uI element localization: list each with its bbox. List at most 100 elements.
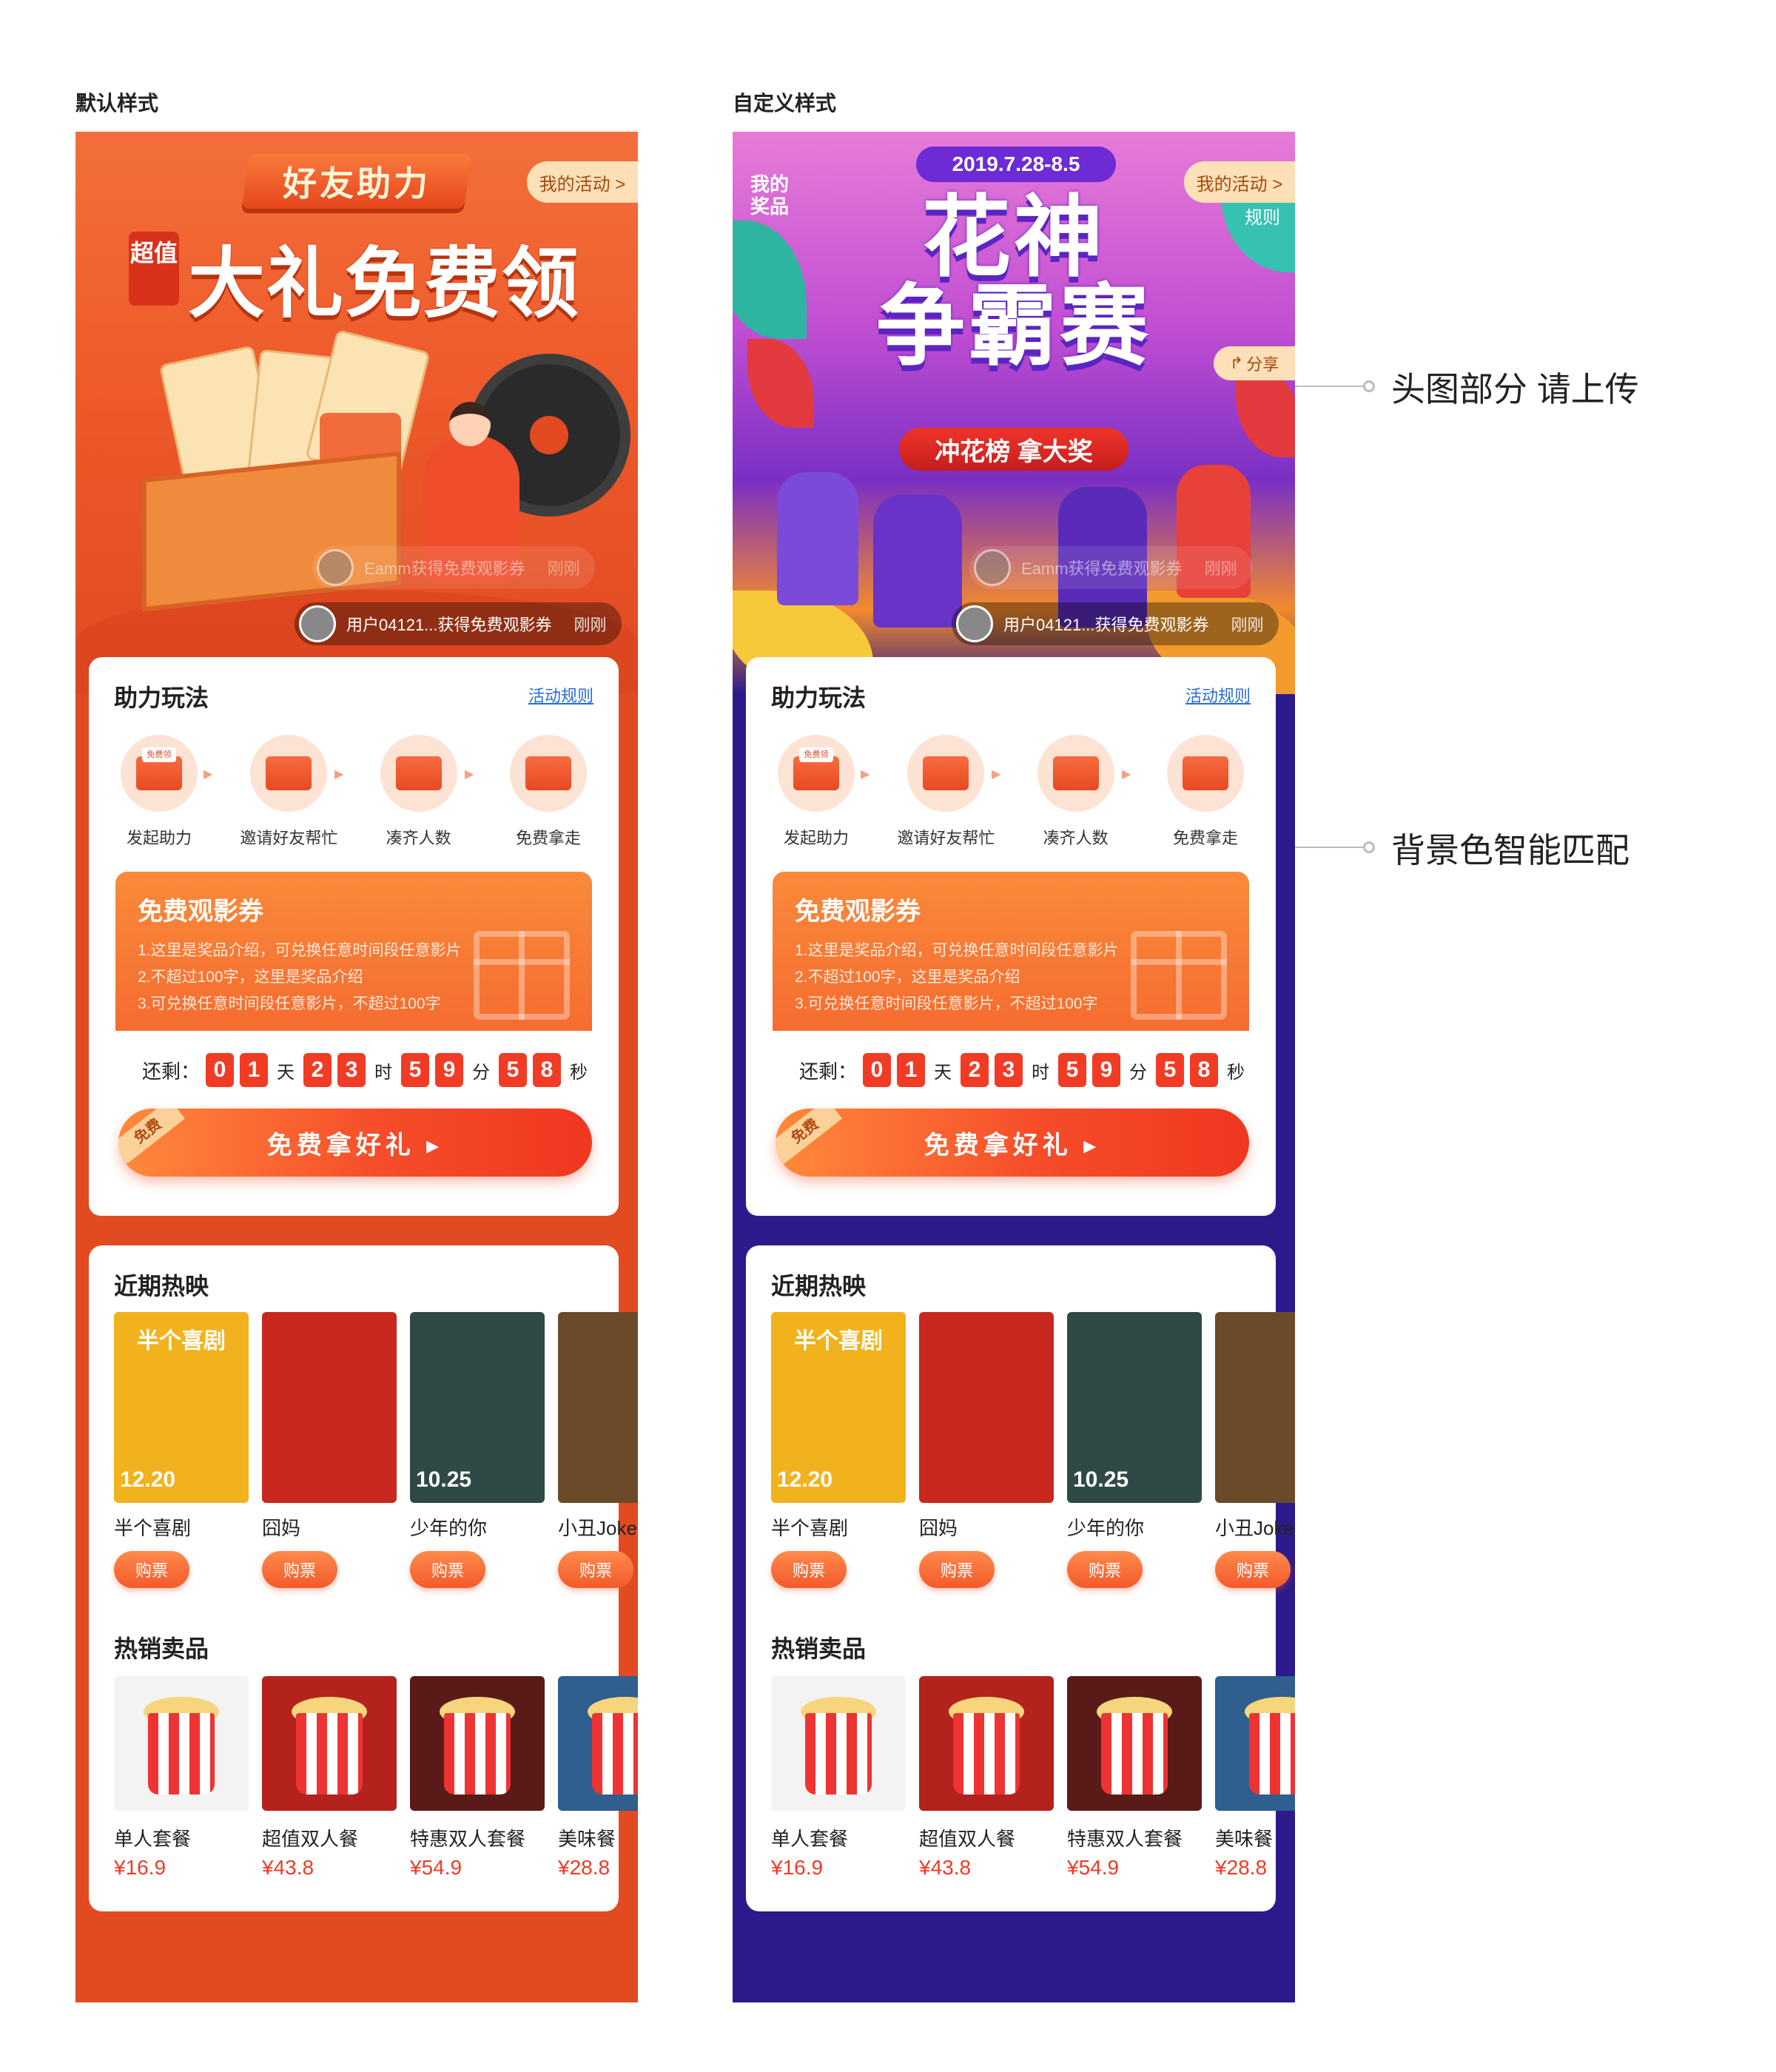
countdown-unit: 分 xyxy=(1129,1062,1148,1083)
gift-card-icon xyxy=(509,735,587,812)
event-date: 2019.7.28-8.5 xyxy=(916,147,1116,182)
share-button[interactable]: ↱ 分享 xyxy=(1214,346,1295,380)
movie-item[interactable]: 囧妈 购票 xyxy=(919,1312,1054,1588)
movie-name: 半个喜剧 xyxy=(771,1517,849,1539)
food-item[interactable]: 特惠双人套餐 ¥54.9 xyxy=(1067,1676,1202,1880)
food-price: ¥54.9 xyxy=(410,1856,462,1879)
section-title: 近期热映 xyxy=(771,1273,867,1299)
food-image[interactable] xyxy=(558,1676,638,1811)
step-label: 凑齐人数 xyxy=(386,829,451,847)
buy-ticket-button[interactable]: 购票 xyxy=(771,1551,847,1588)
my-activity-button[interactable]: 我的活动 > xyxy=(1184,161,1295,203)
rules-button[interactable]: 规则 xyxy=(1245,203,1280,229)
countdown-digit: 9 xyxy=(435,1053,464,1087)
movie-item[interactable]: 小丑Joker 购票 xyxy=(1215,1312,1295,1588)
note-background-match: 背景色智能匹配 xyxy=(1391,831,1629,870)
flower-decoration xyxy=(747,339,814,428)
food-item[interactable]: 单人套餐 ¥16.9 xyxy=(771,1676,906,1880)
countdown-unit: 分 xyxy=(472,1062,491,1083)
buy-ticket-button[interactable]: 购票 xyxy=(1215,1551,1291,1588)
buy-ticket-button[interactable]: 购票 xyxy=(410,1551,485,1588)
flower-decoration xyxy=(1236,369,1295,457)
food-image[interactable] xyxy=(262,1676,397,1811)
free-gift-label: 免费拿好礼 ▸ xyxy=(924,1131,1101,1160)
movie-item[interactable]: 10.25 少年的你 购票 xyxy=(410,1312,545,1588)
step-label: 凑齐人数 xyxy=(1043,829,1109,847)
free-tag: 免费 xyxy=(776,1109,842,1165)
food-item[interactable]: 特惠双人套餐 ¥54.9 xyxy=(410,1676,545,1880)
event-subtitle: 冲花榜 拿大奖 xyxy=(899,428,1128,471)
food-image[interactable] xyxy=(1067,1676,1202,1811)
food-item[interactable]: 美味餐 ¥28.8 xyxy=(1215,1676,1295,1880)
buy-ticket-button[interactable]: 购票 xyxy=(262,1551,337,1588)
buy-ticket-button[interactable]: 购票 xyxy=(919,1551,995,1588)
movie-poster[interactable]: 半个喜剧 12.20 xyxy=(771,1312,906,1503)
prize-title: 免费观影券 xyxy=(795,898,921,926)
avatar xyxy=(317,549,354,586)
free-gift-button[interactable]: 免费 免费拿好礼 ▸ xyxy=(118,1109,592,1177)
step-arrow-icon: ▶ xyxy=(334,768,344,781)
step-arrow-icon: ▶ xyxy=(465,768,474,781)
buy-ticket-button[interactable]: 购票 xyxy=(558,1551,633,1588)
movie-item[interactable]: 半个喜剧 12.20 半个喜剧 购票 xyxy=(114,1312,249,1588)
countdown-unit: 秒 xyxy=(1227,1062,1245,1083)
movie-poster[interactable] xyxy=(262,1312,397,1503)
my-prize-button[interactable]: 我的奖品 xyxy=(747,173,792,218)
prize-desc-line: 2.不超过100字，这里是奖品介绍 xyxy=(138,969,363,986)
movie-item[interactable]: 10.25 少年的你 购票 xyxy=(1067,1312,1202,1588)
person-head-illustration xyxy=(449,402,491,446)
movie-name: 小丑Joker xyxy=(1215,1517,1295,1539)
step-item: 邀请好友帮忙 xyxy=(890,735,1001,849)
food-image[interactable] xyxy=(410,1676,545,1811)
activity-rules-link[interactable]: 活动规则 xyxy=(528,683,593,707)
movie-poster[interactable]: 10.25 xyxy=(1067,1312,1202,1503)
buy-ticket-button[interactable]: 购票 xyxy=(114,1551,189,1588)
movie-item[interactable]: 小丑Joker 购票 xyxy=(558,1312,638,1588)
envelope-icon xyxy=(907,735,985,812)
movie-poster[interactable]: 半个喜剧 12.20 xyxy=(114,1312,249,1503)
help-play-card: 助力玩法 活动规则 免费领 发起助力 邀请好友帮忙 凑齐人数 免费拿走 ▶ ▶ … xyxy=(89,657,619,1216)
event-title-line2: 争霸赛 xyxy=(876,277,1151,376)
movie-name: 半个喜剧 xyxy=(114,1517,192,1539)
food-image[interactable] xyxy=(1215,1676,1295,1811)
food-item[interactable]: 单人套餐 ¥16.9 xyxy=(114,1676,249,1880)
food-item[interactable]: 超值双人餐 ¥43.8 xyxy=(919,1676,1054,1880)
buy-ticket-button[interactable]: 购票 xyxy=(1067,1551,1143,1588)
food-item[interactable]: 超值双人餐 ¥43.8 xyxy=(262,1676,397,1880)
movie-item[interactable]: 囧妈 购票 xyxy=(262,1312,397,1588)
share-icon: ↱ xyxy=(1229,354,1244,372)
my-activity-button[interactable]: 我的活动 > xyxy=(527,161,638,203)
step-item: 免费拿走 xyxy=(1150,735,1261,849)
step-item: 免费领 发起助力 xyxy=(104,735,215,849)
countdown-digit: 3 xyxy=(337,1053,366,1087)
steps-row: 免费领 发起助力 邀请好友帮忙 凑齐人数 免费拿走 xyxy=(761,735,1261,849)
food-name: 超值双人餐 xyxy=(262,1828,359,1850)
food-price: ¥43.8 xyxy=(919,1856,972,1879)
step-item: 凑齐人数 xyxy=(363,735,474,849)
countdown-digit: 1 xyxy=(897,1053,926,1087)
food-image[interactable] xyxy=(114,1676,249,1811)
countdown-digit: 8 xyxy=(533,1053,562,1087)
movie-name: 囧妈 xyxy=(262,1517,301,1539)
free-gift-button[interactable]: 免费 免费拿好礼 ▸ xyxy=(776,1109,1249,1177)
activity-rules-link[interactable]: 活动规则 xyxy=(1185,683,1251,707)
food-price: ¥16.9 xyxy=(114,1856,166,1879)
movie-poster[interactable] xyxy=(919,1312,1054,1503)
activity-toast-faded: Eamm获得免费观影券 刚刚 xyxy=(969,546,1252,589)
countdown-digit: 5 xyxy=(401,1053,430,1087)
movie-list: 半个喜剧 12.20 半个喜剧 购票 囧妈 购票 10.25 少年的你 购票 小… xyxy=(114,1312,638,1588)
food-item[interactable]: 美味餐 ¥28.8 xyxy=(558,1676,638,1880)
step-label: 免费拿走 xyxy=(515,829,581,847)
prize-desc-line: 3.可兑换任意时间段任意影片，不超过100字 xyxy=(795,995,1098,1012)
food-image[interactable] xyxy=(919,1676,1054,1811)
movie-poster[interactable]: 10.25 xyxy=(410,1312,545,1503)
movie-poster[interactable] xyxy=(1215,1312,1295,1503)
food-name: 特惠双人套餐 xyxy=(410,1828,526,1850)
countdown-unit: 时 xyxy=(374,1062,393,1083)
caption-default: 默认样式 xyxy=(75,92,159,115)
prize-desc-line: 1.这里是奖品介绍，可兑换任意时间段任意影片 xyxy=(138,942,462,959)
countdown-digit: 5 xyxy=(499,1053,528,1087)
movie-item[interactable]: 半个喜剧 12.20 半个喜剧 购票 xyxy=(771,1312,906,1588)
food-image[interactable] xyxy=(771,1676,906,1811)
movie-poster[interactable] xyxy=(558,1312,638,1503)
